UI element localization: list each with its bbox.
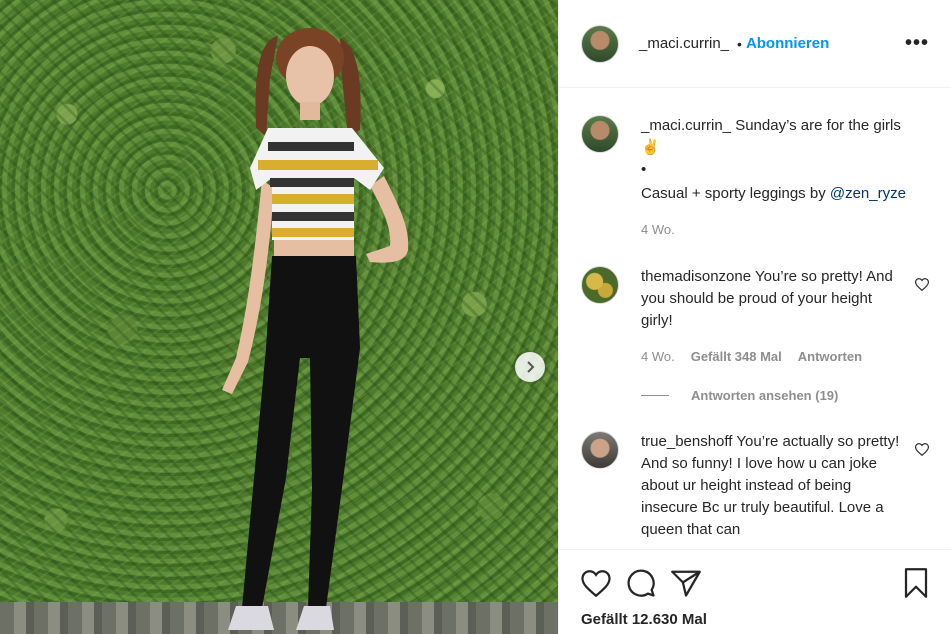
victory-hand-emoji: ✌ xyxy=(641,139,660,156)
view-replies-label: Antworten ansehen (19) xyxy=(691,388,839,403)
view-replies-button[interactable]: Antworten ansehen (19) xyxy=(641,388,929,403)
caption-username[interactable]: _maci.currin_ xyxy=(641,117,731,134)
post-actions: Gefällt 12.630 Mal xyxy=(559,549,951,634)
comments-list[interactable]: _maci.currin_ Sunday’s are for the girls… xyxy=(559,89,951,549)
comment-icon[interactable] xyxy=(626,568,656,598)
heart-icon[interactable] xyxy=(914,443,930,461)
bookmark-icon[interactable] xyxy=(903,568,929,598)
replies-divider-line xyxy=(641,395,669,396)
reply-button[interactable]: Antworten xyxy=(798,346,862,368)
caption-bullet: • xyxy=(641,161,647,178)
heart-icon[interactable] xyxy=(914,278,930,296)
author-avatar[interactable] xyxy=(581,24,619,63)
caption-age: 4 Wo. xyxy=(641,222,675,237)
likes-count[interactable]: Gefällt 12.630 Mal xyxy=(581,611,929,628)
comment-username[interactable]: true_benshoff xyxy=(641,433,732,450)
chevron-right-icon xyxy=(527,361,535,373)
heart-icon[interactable] xyxy=(581,569,611,597)
caption-text-line3: Casual + sporty leggings by xyxy=(641,185,830,202)
comment-age: 4 Wo. xyxy=(641,349,675,364)
commenter-avatar[interactable] xyxy=(581,431,619,469)
post-header: _maci.currin_ • Abonnieren ••• xyxy=(559,0,951,88)
caption-meta: 4 Wo. xyxy=(641,219,906,241)
post-photo[interactable] xyxy=(0,0,558,634)
caption: _maci.currin_ Sunday’s are for the girls… xyxy=(581,89,929,241)
mention-link[interactable]: @zen_ryze xyxy=(830,185,906,202)
share-icon[interactable] xyxy=(671,569,701,597)
next-photo-button[interactable] xyxy=(515,352,545,382)
caption-text-line1: Sunday’s are for the girls xyxy=(735,117,901,134)
commenter-avatar[interactable] xyxy=(581,266,619,304)
separator-dot: • xyxy=(737,35,742,52)
follow-button[interactable]: Abonnieren xyxy=(746,35,829,52)
comment-likes-button[interactable]: Gefällt 348 Mal xyxy=(691,346,782,368)
more-icon[interactable]: ••• xyxy=(905,32,929,55)
comment-item: themadisonzone You’re so pretty! And you… xyxy=(581,266,930,368)
person-figure xyxy=(222,28,409,630)
caption-avatar[interactable] xyxy=(581,115,619,153)
author-username[interactable]: _maci.currin_ xyxy=(639,35,729,52)
comment-username[interactable]: themadisonzone xyxy=(641,268,751,285)
post-details-panel: _maci.currin_ • Abonnieren ••• _maci.cur… xyxy=(558,0,951,634)
comment-item: true_benshoff You’re actually so pretty!… xyxy=(581,431,930,541)
comment-meta: 4 Wo. Gefällt 348 Mal Antworten xyxy=(641,346,906,368)
